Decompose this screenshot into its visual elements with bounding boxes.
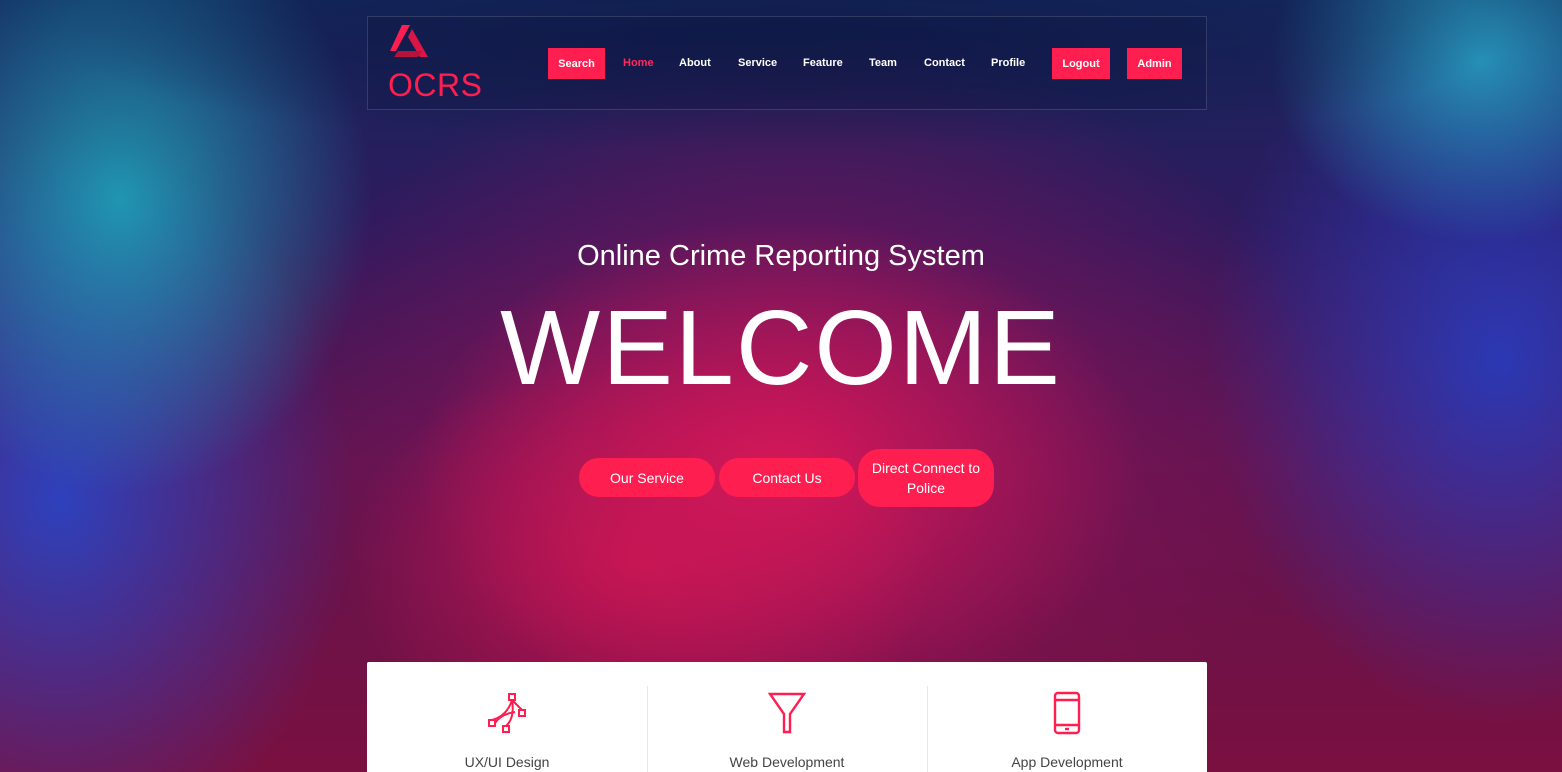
our-service-button[interactable]: Our Service	[579, 458, 715, 497]
vector-pen-icon	[488, 693, 526, 733]
hero-subtitle: Online Crime Reporting System	[577, 240, 985, 272]
contact-us-button[interactable]: Contact Us	[719, 458, 855, 497]
brand-logo[interactable]: OCRS	[388, 23, 488, 103]
nav-team[interactable]: Team	[869, 48, 897, 80]
top-navbar: OCRS Search Home About Service Feature T…	[367, 16, 1207, 110]
direct-connect-police-button[interactable]: Direct Connect to Police	[858, 449, 994, 507]
service-label: Web Development	[729, 754, 845, 770]
nav-profile[interactable]: Profile	[991, 48, 1025, 80]
search-button[interactable]: Search	[548, 48, 605, 79]
brand-name: OCRS	[388, 67, 483, 103]
admin-button[interactable]: Admin	[1127, 48, 1182, 79]
funnel-icon	[767, 692, 807, 734]
services-card: UX/UI Design Web Development App Develop…	[367, 662, 1207, 772]
hero-title: WELCOME	[500, 289, 1062, 407]
service-web-development[interactable]: Web Development	[647, 662, 927, 772]
nav-home[interactable]: Home	[623, 48, 654, 80]
nav-about[interactable]: About	[679, 48, 711, 80]
service-label: UX/UI Design	[464, 754, 550, 770]
logout-button[interactable]: Logout	[1052, 48, 1110, 79]
nav-service[interactable]: Service	[738, 48, 777, 80]
nav-feature[interactable]: Feature	[803, 48, 843, 80]
service-app-development[interactable]: App Development	[927, 662, 1207, 772]
nav-contact[interactable]: Contact	[924, 48, 965, 80]
service-ux-ui-design[interactable]: UX/UI Design	[367, 662, 647, 772]
mobile-phone-icon	[1053, 691, 1081, 735]
triangle-logo-icon	[390, 25, 428, 57]
service-label: App Development	[1011, 754, 1123, 770]
